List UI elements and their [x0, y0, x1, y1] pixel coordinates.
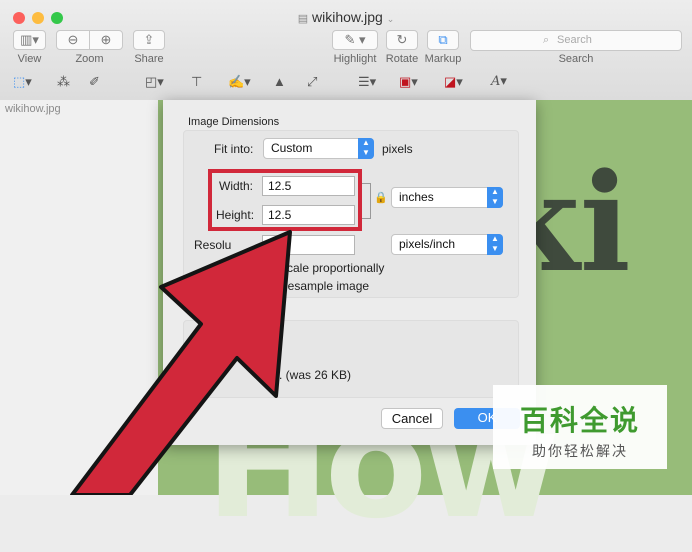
baike-watermark: 百科全说 助你轻松解决	[493, 385, 667, 469]
watermark-title: 百科全说	[519, 404, 640, 437]
watermark-subtitle: 助你轻松解决	[532, 444, 628, 460]
